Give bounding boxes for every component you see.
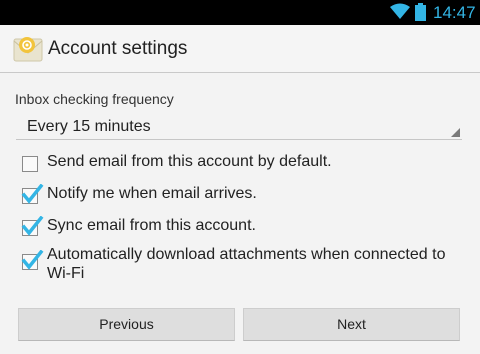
action-bar: Account settings [0,25,480,73]
navigation-bar: Previous Next [0,304,480,354]
checkbox[interactable] [18,152,46,180]
previous-button[interactable]: Previous [18,308,235,341]
checkbox[interactable] [18,184,46,212]
frequency-label: Inbox checking frequency [15,91,174,107]
checkmark-icon [21,216,44,236]
option-label: Sync email from this account. [47,217,256,234]
spinner-arrow-icon [451,128,460,137]
option-auto-download[interactable]: Automatically download attachments when … [18,245,468,285]
frequency-value: Every 15 minutes [27,118,151,135]
option-send-default[interactable]: Send email from this account by default. [18,152,468,176]
page-title: Account settings [48,38,188,59]
option-label: Send email from this account by default. [47,153,332,170]
checkbox[interactable] [18,250,46,278]
settings-form: Inbox checking frequency Every 15 minute… [0,74,480,304]
checkbox[interactable] [18,216,46,244]
next-button[interactable]: Next [243,308,460,341]
option-notify[interactable]: Notify me when email arrives. [18,184,468,208]
option-sync[interactable]: Sync email from this account. [18,216,468,240]
wifi-icon [390,3,410,25]
status-time: 14:47 [433,3,476,22]
checkbox-square [22,156,38,172]
email-envelope-icon [13,36,43,67]
option-label: Notify me when email arrives. [47,185,257,202]
option-label: Automatically download attachments when … [47,246,446,282]
checkmark-icon [21,250,44,270]
status-bar: 14:47 [0,0,480,25]
frequency-spinner[interactable]: Every 15 minutes [16,112,462,140]
battery-icon [415,3,426,26]
checkmark-icon [21,184,44,204]
